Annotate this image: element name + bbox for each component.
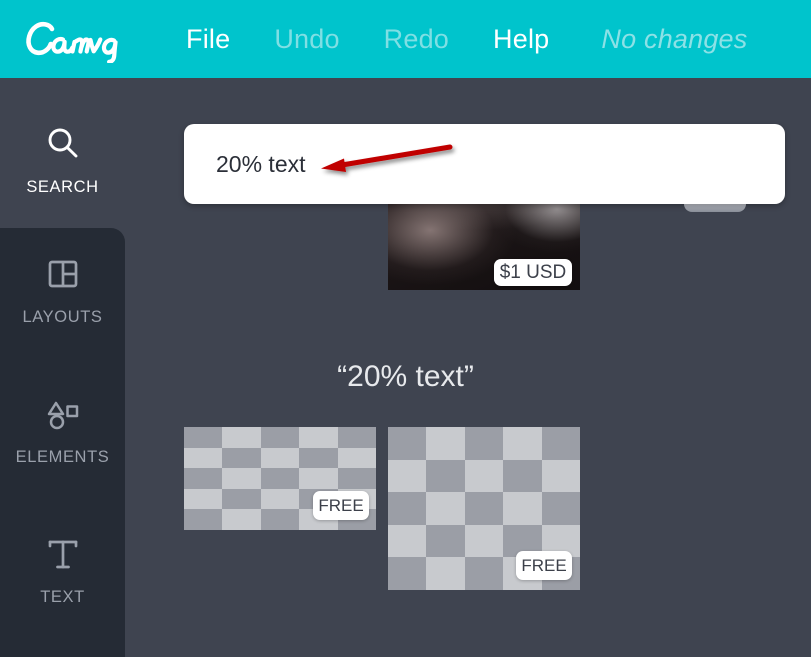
sidebar-item-layouts[interactable]: LAYOUTS [0, 248, 125, 327]
checker-cell [426, 557, 466, 590]
canva-logo[interactable] [22, 13, 152, 65]
menu-redo[interactable]: Redo [384, 24, 449, 55]
checker-cell [299, 447, 339, 469]
sidebar-item-text[interactable]: TEXT [0, 528, 125, 607]
checker-cell [464, 492, 504, 526]
checker-cell [388, 427, 427, 460]
checker-cell [337, 427, 376, 448]
free-badge-b: FREE [516, 551, 572, 580]
checker-cell [503, 459, 543, 493]
checker-cell [388, 459, 427, 493]
checker-cell [388, 492, 427, 526]
checker-cell [388, 557, 427, 590]
checker-cell [464, 557, 504, 590]
search-icon [43, 118, 83, 170]
sidebar-label-search: SEARCH [26, 178, 99, 196]
sidebar-label-elements: ELEMENTS [15, 448, 110, 466]
layouts-icon [43, 248, 83, 300]
checker-cell [464, 459, 504, 493]
menu-file[interactable]: File [186, 24, 230, 55]
free-badge-a: FREE [313, 491, 369, 520]
checker-cell [260, 427, 300, 448]
checker-cell [426, 459, 466, 493]
checker-cell [184, 468, 223, 490]
checker-cell [260, 488, 300, 510]
checker-cell [222, 509, 262, 530]
text-icon [43, 528, 83, 580]
sidebar-item-search[interactable]: SEARCH [0, 118, 125, 197]
top-menu-bar: File Undo Redo Help No changes [0, 0, 811, 78]
checker-cell [184, 509, 223, 530]
save-status-label: No changes [601, 23, 748, 54]
checker-cell [222, 447, 262, 469]
checker-cell [541, 427, 580, 460]
checker-cell [337, 447, 376, 469]
sidebar-label-layouts: LAYOUTS [22, 308, 103, 326]
checker-cell [260, 447, 300, 469]
checker-cell [503, 492, 543, 526]
checker-cell [337, 468, 376, 490]
menu-items: File Undo Redo Help [186, 24, 593, 55]
checker-cell [426, 427, 466, 460]
checker-cell [260, 509, 300, 530]
elements-icon [43, 388, 83, 440]
sidebar-item-elements[interactable]: ELEMENTS [0, 388, 125, 467]
checker-cell [222, 427, 262, 448]
checker-cell [222, 488, 262, 510]
checker-cell [541, 459, 580, 493]
results-section-heading: “20% text” [337, 360, 474, 393]
sidebar-label-text: TEXT [40, 588, 85, 606]
checker-cell [222, 468, 262, 490]
price-badge: $1 USD [494, 259, 572, 286]
menu-help[interactable]: Help [493, 24, 549, 55]
checker-cell [184, 488, 223, 510]
checker-cell [426, 492, 466, 526]
checker-cell [299, 468, 339, 490]
checker-cell [541, 492, 580, 526]
checker-cell [184, 447, 223, 469]
checker-cell [464, 524, 504, 558]
checker-cell [299, 427, 339, 448]
checker-cell [260, 468, 300, 490]
checker-cell [184, 427, 223, 448]
checker-cell [388, 524, 427, 558]
canva-editor-window: File Undo Redo Help No changes SEARCH LA… [0, 0, 811, 657]
search-input[interactable] [216, 150, 696, 178]
checker-cell [426, 524, 466, 558]
checker-cell [464, 427, 504, 460]
search-box[interactable] [184, 124, 785, 204]
checker-cell [503, 427, 543, 460]
menu-undo[interactable]: Undo [274, 24, 339, 55]
